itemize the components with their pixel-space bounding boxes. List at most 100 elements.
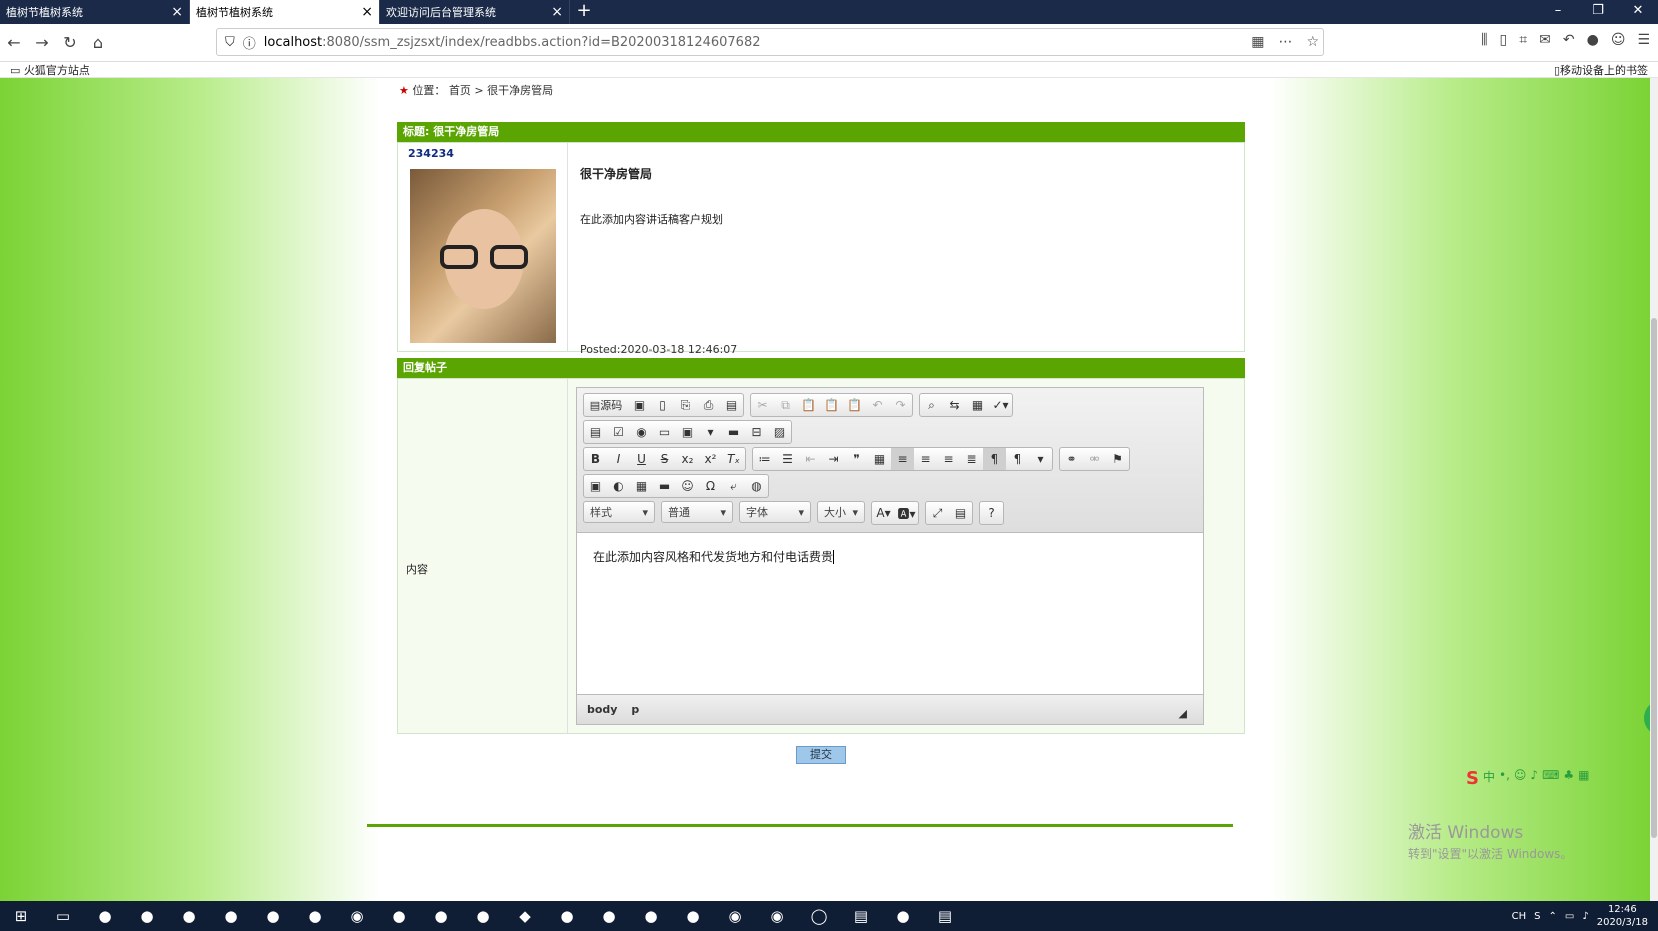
save-icon[interactable]: ▣ <box>628 394 651 416</box>
strike-icon[interactable]: S <box>653 448 676 470</box>
forward-icon[interactable]: → <box>28 33 56 52</box>
bg-color-icon[interactable]: 🅰▾ <box>895 502 918 524</box>
maximize-editor-icon[interactable]: ⤢ <box>926 502 949 524</box>
form-icon[interactable]: ▤ <box>584 421 607 443</box>
account-icon[interactable]: ☺ <box>1611 32 1626 48</box>
close-window-icon[interactable]: ✕ <box>1618 0 1658 22</box>
bold-icon[interactable]: B <box>584 448 607 470</box>
address-bar[interactable]: ⛉ ⓘ localhost :8080/ssm_zsjzsxt/index/re… <box>216 28 1324 56</box>
app-icon[interactable]: ● <box>420 907 462 925</box>
chevron-up-icon[interactable]: ⌃ <box>1548 911 1556 922</box>
close-icon[interactable]: × <box>361 4 373 20</box>
app-icon[interactable]: ● <box>210 907 252 925</box>
indent-icon[interactable]: ⇥ <box>822 448 845 470</box>
hidden-field-icon[interactable]: ▨ <box>768 421 791 443</box>
source-button[interactable]: ▤ 源码 <box>584 394 628 416</box>
mobile-bookmarks[interactable]: ▯移动设备上的书签 <box>1554 62 1648 77</box>
image-icon[interactable]: ▣ <box>584 475 607 497</box>
spellcheck-icon[interactable]: ✓▾ <box>989 394 1012 416</box>
cut-icon[interactable]: ✂ <box>751 394 774 416</box>
print-icon[interactable]: ⎙ <box>697 394 720 416</box>
maximize-icon[interactable]: ❐ <box>1578 0 1618 22</box>
undo-icon[interactable]: ↶ <box>1563 32 1575 48</box>
app-icon[interactable]: ● <box>630 907 672 925</box>
show-blocks-icon[interactable]: ▤ <box>949 502 972 524</box>
back-icon[interactable]: ← <box>0 33 28 52</box>
opera-icon[interactable]: ◯ <box>798 907 840 925</box>
path-p[interactable]: p <box>631 703 639 716</box>
italic-icon[interactable]: I <box>607 448 630 470</box>
text-color-icon[interactable]: A▾ <box>872 502 895 524</box>
help-icon[interactable]: ? <box>980 502 1003 524</box>
find-icon[interactable]: ⌕ <box>920 394 943 416</box>
app-icon[interactable]: ● <box>588 907 630 925</box>
submit-button[interactable]: 提交 <box>796 746 846 764</box>
superscript-icon[interactable]: x² <box>699 448 722 470</box>
unlink-icon[interactable]: ⚮ <box>1083 448 1106 470</box>
app-icon[interactable]: ● <box>672 907 714 925</box>
align-center-icon[interactable]: ≡ <box>914 448 937 470</box>
copy-icon[interactable]: ⧉ <box>774 394 797 416</box>
anchor-icon[interactable]: ⚑ <box>1106 448 1129 470</box>
table-icon[interactable]: ▦ <box>630 475 653 497</box>
reload-icon[interactable]: ↻ <box>56 33 84 52</box>
app-icon[interactable]: ● <box>378 907 420 925</box>
app-icon[interactable]: ● <box>126 907 168 925</box>
ltr-icon[interactable]: ¶ <box>983 448 1006 470</box>
page-break-icon[interactable]: ⤶ <box>722 475 745 497</box>
new-page-icon[interactable]: ▯ <box>651 394 674 416</box>
bookmark-star-icon[interactable]: ☆ <box>1306 34 1319 50</box>
image-button-icon[interactable]: ⊟ <box>745 421 768 443</box>
breadcrumb-home[interactable]: 首页 <box>449 84 471 97</box>
library-icon[interactable]: ⫼ <box>1481 32 1487 48</box>
firefox-icon[interactable]: ◉ <box>714 907 756 925</box>
templates-icon[interactable]: ▤ <box>720 394 743 416</box>
app-icon[interactable]: ● <box>168 907 210 925</box>
visual-studio-icon[interactable]: ◆ <box>504 907 546 925</box>
menu-icon[interactable]: ☰ <box>1637 32 1650 48</box>
bookmark-item[interactable]: ▭ 火狐官方站点 <box>10 62 90 77</box>
clock[interactable]: 12:46 2020/3/18 <box>1597 903 1648 929</box>
minimize-icon[interactable]: – <box>1538 0 1578 22</box>
align-right-icon[interactable]: ≡ <box>937 448 960 470</box>
radio-icon[interactable]: ◉ <box>630 421 653 443</box>
flash-icon[interactable]: ◐ <box>607 475 630 497</box>
qr-code-icon[interactable]: ▦ <box>1251 34 1264 50</box>
app-icon[interactable]: ● <box>252 907 294 925</box>
close-icon[interactable]: × <box>551 4 563 20</box>
path-body[interactable]: body <box>587 703 617 716</box>
underline-icon[interactable]: U <box>630 448 653 470</box>
word-icon[interactable]: ▤ <box>840 907 882 925</box>
more-icon[interactable]: ⋯ <box>1278 34 1292 50</box>
paste-icon[interactable]: 📋 <box>797 394 820 416</box>
chrome-icon[interactable]: ◉ <box>336 907 378 925</box>
select-field-icon[interactable]: ▾ <box>699 421 722 443</box>
volume-icon[interactable]: ♪ <box>1582 911 1588 922</box>
language-icon[interactable]: ▾ <box>1029 448 1052 470</box>
preview-icon[interactable]: ⎘ <box>674 394 697 416</box>
size-combo[interactable]: 大小 ▾ <box>817 501 865 523</box>
horizontal-rule-icon[interactable]: ▬ <box>653 475 676 497</box>
smiley-icon[interactable]: ☺ <box>676 475 699 497</box>
subscript-icon[interactable]: x₂ <box>676 448 699 470</box>
sidebar-icon[interactable]: ▯ <box>1500 32 1508 48</box>
button-field-icon[interactable]: ▬ <box>722 421 745 443</box>
replace-icon[interactable]: ⇆ <box>943 394 966 416</box>
wechat-icon[interactable]: ● <box>294 907 336 925</box>
textfield-icon[interactable]: ▭ <box>653 421 676 443</box>
screenshot-icon[interactable]: ⌗ <box>1519 32 1527 48</box>
checkbox-icon[interactable]: ☑ <box>607 421 630 443</box>
app-icon[interactable]: ▤ <box>924 907 966 925</box>
paste-word-icon[interactable]: 📋 <box>843 394 866 416</box>
format-combo[interactable]: 普通 ▾ <box>661 501 733 523</box>
app-icon[interactable]: ● <box>84 907 126 925</box>
undo-icon[interactable]: ↶ <box>866 394 889 416</box>
home-icon[interactable]: ⌂ <box>84 33 112 52</box>
tab-2[interactable]: 植树节植树系统 × <box>190 0 380 24</box>
tab-1[interactable]: 植树节植树系统 × <box>0 0 190 24</box>
network-icon[interactable]: ▭ <box>1565 911 1574 922</box>
app-icon[interactable]: ● <box>462 907 504 925</box>
styles-combo[interactable]: 样式 ▾ <box>583 501 655 523</box>
extension-icon[interactable]: ● <box>1587 32 1599 48</box>
paste-text-icon[interactable]: 📋 <box>820 394 843 416</box>
